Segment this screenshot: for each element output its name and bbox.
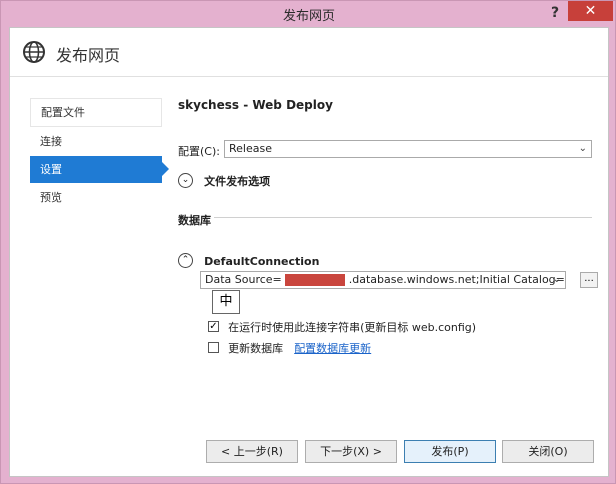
- connection-string-prefix: Data Source=: [205, 273, 282, 286]
- nav-item-profile[interactable]: 配置文件: [30, 98, 162, 127]
- connection-name: DefaultConnection: [204, 255, 320, 268]
- title-bar: 发布网页 ? ✕: [1, 1, 616, 27]
- close-button[interactable]: 关闭(O): [502, 440, 594, 463]
- connection-toggle[interactable]: ⌃ DefaultConnection: [178, 250, 319, 269]
- nav-item-settings[interactable]: 设置: [30, 156, 169, 183]
- database-section-label: 数据库: [178, 214, 211, 227]
- use-at-runtime-checkbox[interactable]: ✓: [208, 321, 219, 332]
- use-runtime-row: ✓ 在运行时使用此连接字符串(更新目标 web.config): [208, 316, 476, 335]
- update-db-row: 更新数据库 配置数据库更新: [208, 337, 371, 356]
- wizard-nav: 配置文件 连接 设置 预览: [30, 98, 169, 212]
- update-database-label: 更新数据库: [228, 342, 284, 355]
- next-button[interactable]: 下一步(X) >: [305, 440, 397, 463]
- profile-title: skychess - Web Deploy: [178, 98, 333, 112]
- config-label: 配置(C):: [178, 145, 220, 158]
- help-button[interactable]: ?: [542, 3, 568, 23]
- publish-button[interactable]: 发布(P): [404, 440, 496, 463]
- connection-string-suffix: .database.windows.net;Initial Catalog=as…: [348, 273, 565, 286]
- chevron-down-icon: ⌄: [578, 143, 587, 154]
- configure-database-updates-link[interactable]: 配置数据库更新: [294, 342, 371, 355]
- header-title: 发布网页: [56, 46, 121, 65]
- chevron-down-icon: ⌄: [552, 274, 561, 285]
- nav-item-connection[interactable]: 连接: [30, 128, 162, 155]
- close-window-button[interactable]: ✕: [568, 1, 613, 21]
- redaction-mark: [285, 274, 346, 286]
- window-title: 发布网页: [282, 9, 335, 24]
- publish-web-dialog: 发布网页 ? ✕ 发布网页 配置文件 连接 设置 预览 skychess - W…: [0, 0, 616, 484]
- dialog-body: 发布网页 配置文件 连接 设置 预览 skychess - Web Deploy…: [9, 27, 609, 477]
- connection-string-input[interactable]: Data Source= .database.windows.net;Initi…: [200, 271, 566, 289]
- update-database-checkbox[interactable]: [208, 342, 219, 353]
- dialog-header: 发布网页: [10, 28, 608, 77]
- use-at-runtime-label: 在运行时使用此连接字符串(更新目标 web.config): [228, 321, 477, 334]
- section-divider: [214, 217, 592, 218]
- globe-icon: [23, 41, 45, 63]
- ime-indicator: 中: [212, 290, 240, 314]
- nav-item-preview[interactable]: 预览: [30, 184, 162, 211]
- chevron-up-icon: ⌃: [178, 253, 193, 268]
- browse-connection-button[interactable]: ...: [580, 272, 598, 288]
- file-publish-options-label: 文件发布选项: [204, 175, 271, 188]
- config-select[interactable]: Release ⌄: [224, 140, 592, 158]
- previous-button[interactable]: < 上一步(R): [206, 440, 298, 463]
- file-publish-options-toggle[interactable]: ⌄ 文件发布选项: [178, 170, 270, 189]
- config-value: Release: [229, 142, 272, 155]
- chevron-down-icon: ⌄: [178, 173, 193, 188]
